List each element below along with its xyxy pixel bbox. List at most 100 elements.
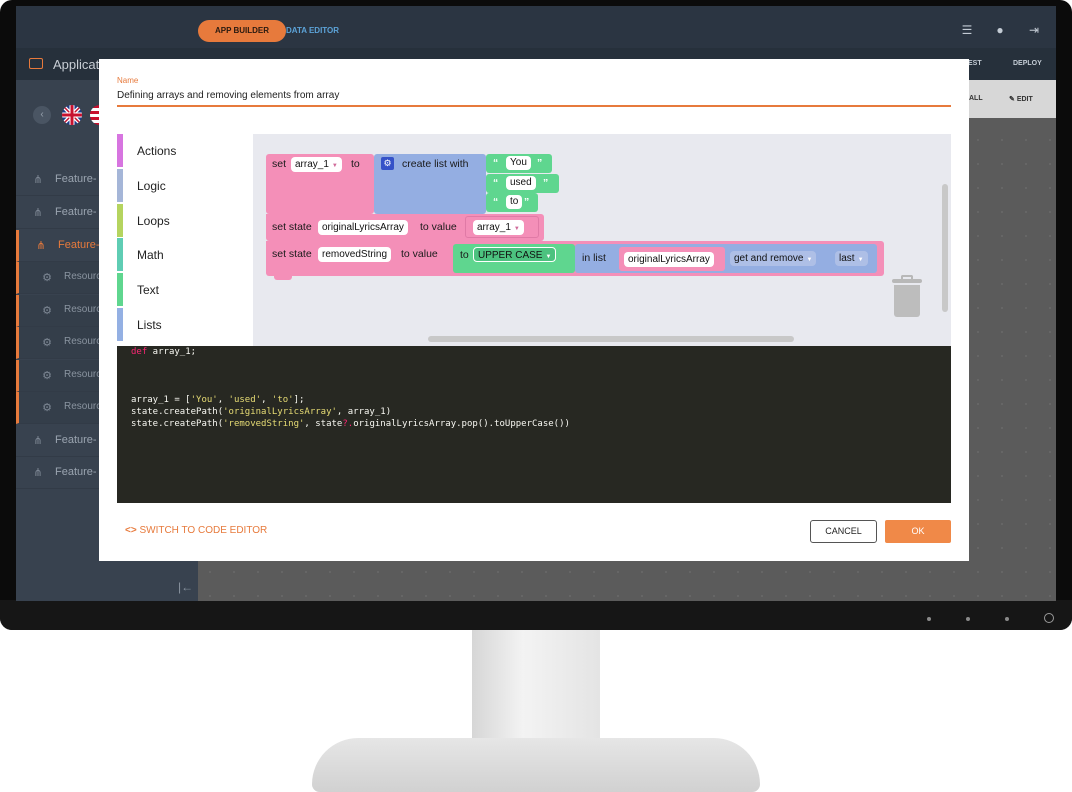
code-text: state.createPath( [131,419,224,429]
block-category-panel: Actions Logic Loops Math Text Lists [117,134,253,346]
collapse-sidebar-icon[interactable]: |← [178,580,193,594]
category-label: Lists [137,318,162,332]
state-name-field[interactable]: removedString [318,247,392,262]
case-dropdown[interactable]: UPPER CASE ▼ [473,247,557,262]
screen: APP BUILDER DATA EDITOR ☰ ● ⇥ Applicatio… [16,6,1056,601]
block-text-create-list: create list with [402,158,469,170]
text-value[interactable]: used [506,176,536,190]
trash-can [894,285,920,317]
block-connector [274,276,292,280]
operation-value: get and remove [734,253,804,264]
code-brackets-icon: <> [125,525,137,536]
category-color-bar [117,308,123,341]
block-workspace[interactable]: set array_1 ▼ to ⚙ create list with “ You… [253,134,951,346]
user-icon[interactable]: ● [994,24,1006,36]
block-text-set-state: set state [272,248,312,260]
category-loops[interactable]: Loops [117,204,253,237]
test-button[interactable]: EST [968,60,982,67]
switch-to-code-editor-link[interactable]: <> SWITCH TO CODE EDITOR [125,525,267,536]
monitor-base [312,738,760,792]
logout-icon[interactable]: ⇥ [1028,24,1040,36]
code-text: , array_1) [336,407,392,417]
cancel-button[interactable]: CANCEL [810,520,877,543]
quote-close-icon: ” [537,157,543,169]
category-label: Loops [137,214,170,228]
uk-flag-icon[interactable] [62,105,82,125]
sidebar-item-label: Resourc [64,304,102,315]
block-text-set: set [272,158,287,170]
sidebar-item-label: Resourc [64,369,102,380]
block-text-set-state: set state [272,221,312,233]
sidebar-item-label: Resourc [64,336,102,347]
select-all-button[interactable]: ALL [969,95,983,102]
quote-open-icon: “ [493,196,499,208]
list-mutator-icon[interactable]: ⚙ [381,157,394,170]
gear-icon: ⚙ [42,370,52,382]
gear-icon: ⚙ [42,305,52,317]
ok-button[interactable]: OK [885,520,951,543]
text-value[interactable]: You [506,156,531,170]
variable-name: array_1 [477,222,511,233]
bezel-button-icon [927,617,931,621]
category-label: Math [137,248,164,262]
code-string: 'to' [271,395,294,405]
state-name-field[interactable]: originalLyricsArray [318,220,408,235]
position-value: last [839,253,855,264]
block-text-to-value: to value [401,248,438,260]
category-lists[interactable]: Lists [117,308,253,341]
sidebar-item-label: Feature- [55,206,97,218]
code-line: def array_1; [131,347,196,357]
workspace-vertical-scrollbar[interactable] [942,184,948,312]
code-string: 'used' [228,395,262,405]
code-text: state.createPath( [131,407,224,417]
operation-dropdown[interactable]: get and remove ▼ [730,251,817,266]
code-string: 'removedString' [223,419,305,429]
workspace-horizontal-scrollbar[interactable] [428,336,794,342]
category-color-bar [117,204,123,237]
category-logic[interactable]: Logic [117,169,253,202]
quote-close-icon: ” [543,177,549,189]
sidebar-item-label: Resourc [64,271,102,282]
category-actions[interactable]: Actions [117,134,253,167]
text-value[interactable]: to [506,195,523,209]
back-icon[interactable]: ‹ [33,106,51,124]
code-keyword: def [131,347,148,357]
name-field[interactable]: Defining arrays and removing elements fr… [117,90,339,101]
bezel-button-icon [1005,617,1009,621]
case-value: UPPER CASE [478,250,543,261]
hierarchy-icon: ⋔ [36,240,46,252]
code-string: 'You' [190,395,218,405]
quote-open-icon: “ [493,177,499,189]
tab-data-editor[interactable]: DATA EDITOR [286,20,339,42]
category-math[interactable]: Math [117,238,253,271]
code-line: state.createPath('removedString', state?… [131,419,570,429]
sidebar-item-label: Feature- [55,466,97,478]
trash-lid [892,279,922,283]
hierarchy-icon: ⋔ [33,207,43,219]
edit-function-modal: Name Defining arrays and removing elemen… [99,59,969,561]
category-text[interactable]: Text [117,273,253,306]
category-label: Actions [137,144,177,158]
gear-icon: ⚙ [42,272,52,284]
sidebar-item-label: Feature- [55,173,97,185]
block-text-to: to [460,249,469,261]
gear-icon: ⚙ [42,402,52,414]
state-ref-field[interactable]: originalLyricsArray [624,252,714,267]
hierarchy-icon: ⋔ [33,435,43,447]
position-dropdown[interactable]: last ▼ [835,251,868,266]
category-label: Text [137,283,160,297]
edit-button[interactable]: ✎ EDIT [1009,95,1033,103]
monitor-bezel [0,600,1072,630]
tab-app-builder[interactable]: APP BUILDER [198,20,286,42]
block-text-in-list: in list [582,252,606,264]
sliders-icon[interactable]: ☰ [961,24,973,36]
hierarchy-icon: ⋔ [33,467,43,479]
variable-dropdown[interactable]: array_1 ▼ [291,157,342,172]
category-color-bar [117,134,123,167]
gear-icon: ⚙ [42,337,52,349]
deploy-button[interactable]: DEPLOY [1013,60,1042,67]
code-text: array_1; [147,347,197,357]
category-color-bar [117,238,123,271]
variable-dropdown[interactable]: array_1 ▼ [473,220,524,235]
block-text-to: to [351,158,360,170]
